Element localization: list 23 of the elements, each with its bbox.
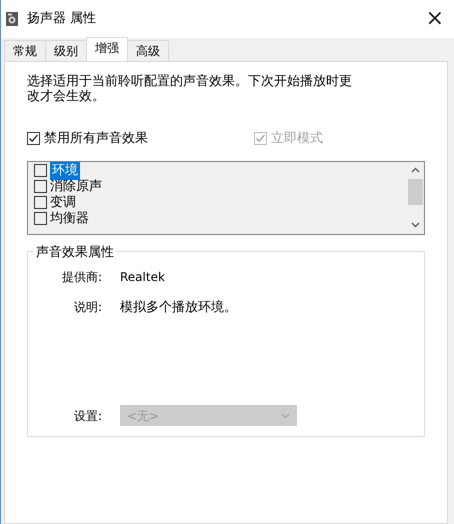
tab[interactable]: 增强	[86, 37, 128, 61]
checkbox-label: 禁用所有声音效果	[44, 130, 148, 148]
description-text: 选择适用于当前聆听配置的声音效果。下次开始播放时更改才会生效。	[27, 74, 353, 104]
field-label: 提供商:	[60, 268, 103, 286]
scroll-up-icon[interactable]	[411, 167, 420, 173]
close-button[interactable]: ×	[420, 8, 450, 30]
field-label: 说明:	[72, 298, 103, 316]
checkbox-label: 立即模式	[271, 130, 323, 148]
field-value: 模拟多个播放环境。	[120, 298, 237, 316]
checkbox[interactable]	[34, 164, 47, 177]
field-label: 设置:	[72, 408, 103, 424]
list-item[interactable]: 环境	[50, 162, 80, 180]
checkbox[interactable]	[34, 196, 47, 209]
dropdown-caret-icon	[281, 412, 290, 418]
checkbox[interactable]	[27, 132, 40, 146]
tab[interactable]: 常规	[4, 40, 46, 61]
field-value: Realtek	[120, 268, 165, 286]
checkbox[interactable]	[34, 212, 47, 225]
checkbox[interactable]	[34, 180, 47, 193]
scroll-down-icon[interactable]	[411, 222, 420, 228]
tab[interactable]: 高级	[127, 40, 169, 61]
window-title: 扬声器 属性	[27, 10, 98, 28]
speaker-icon	[5, 11, 19, 27]
